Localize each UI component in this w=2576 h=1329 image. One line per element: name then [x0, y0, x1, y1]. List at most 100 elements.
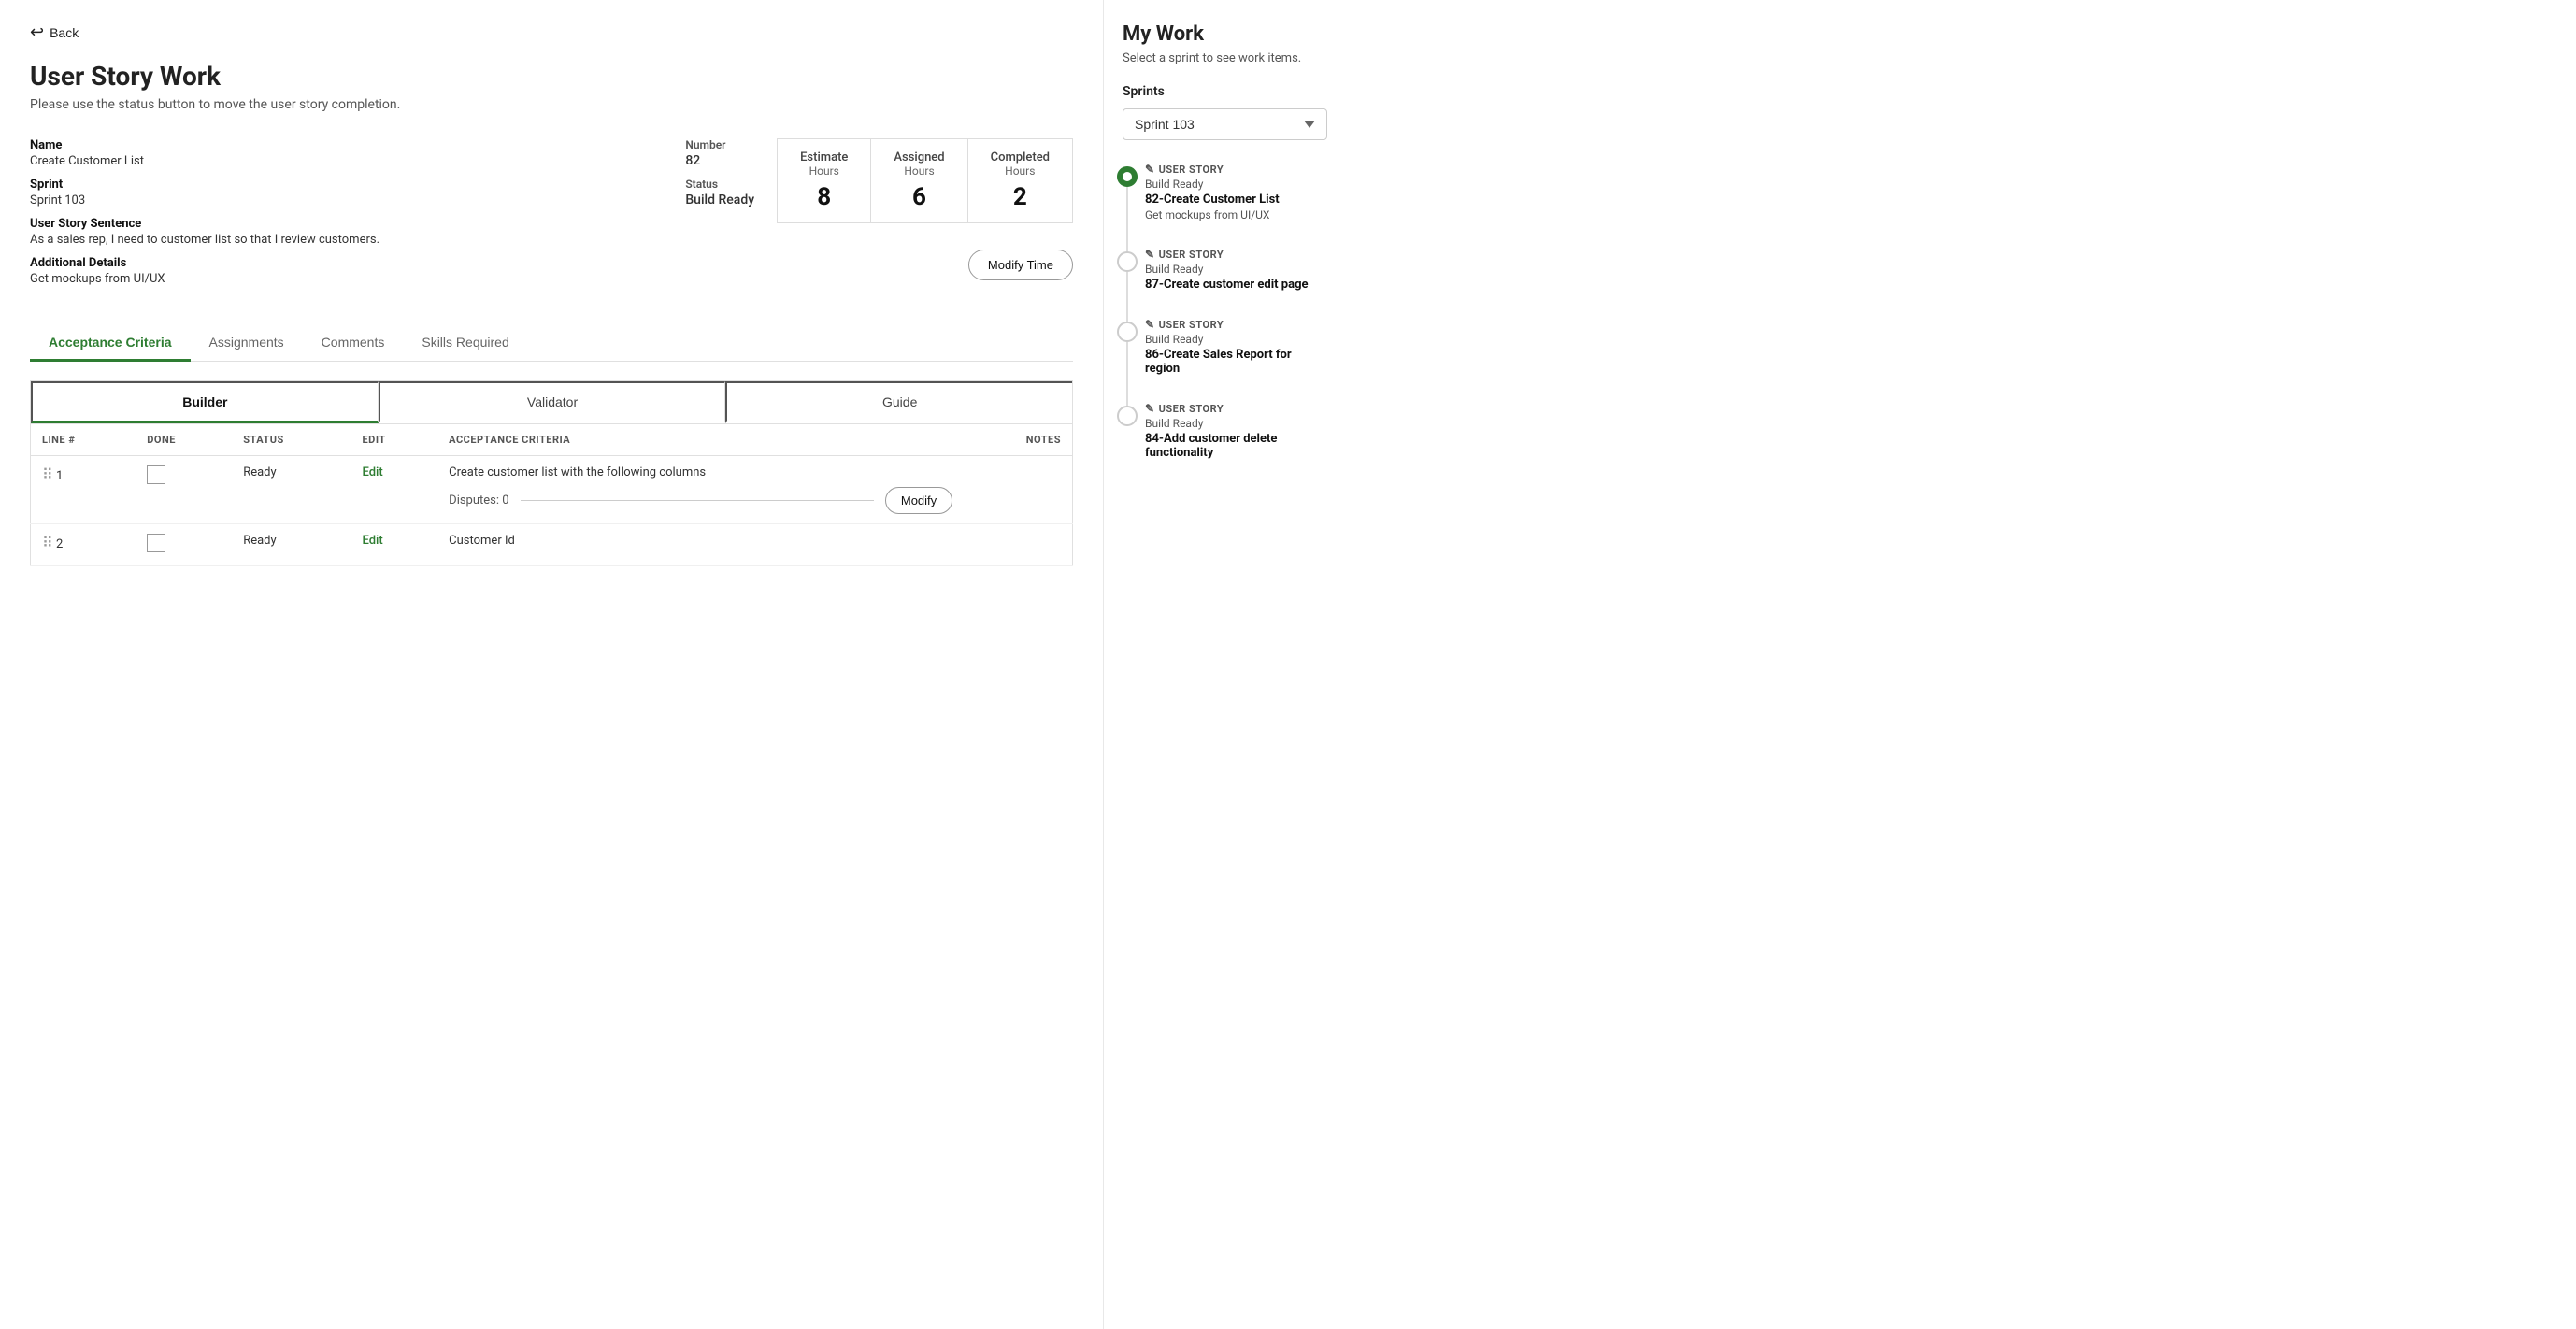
story-status: Build Ready: [1145, 263, 1327, 276]
criteria-cell: Customer Id: [437, 524, 964, 566]
back-button[interactable]: ↩ Back: [30, 22, 79, 42]
sentence-value: As a sales rep, I need to customer list …: [30, 233, 640, 247]
col-status: STATUS: [232, 424, 351, 456]
col-line: LINE #: [31, 424, 136, 456]
name-label: Name: [30, 138, 640, 152]
sidebar: My Work Select a sprint to see work item…: [1103, 0, 1346, 1329]
tab-comments[interactable]: Comments: [303, 325, 404, 362]
sprint-select[interactable]: Sprint 103 Sprint 102 Sprint 101: [1123, 108, 1327, 140]
sidebar-title: My Work: [1123, 22, 1327, 46]
sprint-label: Sprint: [30, 178, 640, 192]
status-label: Status: [685, 178, 754, 191]
completed-sub: Hours: [991, 164, 1050, 178]
completed-label: Completed: [991, 150, 1050, 164]
modify-time-button[interactable]: Modify Time: [968, 250, 1073, 280]
timeline-line: [1126, 272, 1128, 323]
sub-tab-guide[interactable]: Guide: [725, 381, 1072, 423]
story-status: Build Ready: [1145, 178, 1327, 191]
line-number: 2: [56, 537, 63, 551]
story-name: 82-Create Customer List: [1145, 193, 1327, 207]
col-notes: NOTES: [964, 424, 1072, 456]
disputes-label: Disputes: 0: [449, 493, 508, 507]
col-criteria: ACCEPTANCE CRITERIA: [437, 424, 964, 456]
criteria-text: Customer Id: [449, 534, 952, 548]
completed-value: 2: [991, 183, 1050, 211]
tab-acceptance-criteria[interactable]: Acceptance Criteria: [30, 325, 191, 362]
edit-pencil-icon: ✎: [1145, 163, 1155, 176]
back-icon: ↩: [30, 22, 44, 42]
tab-skills-required[interactable]: Skills Required: [403, 325, 527, 362]
status-value: Build Ready: [685, 193, 754, 207]
story-tag: ✎ USER STORY: [1145, 318, 1327, 331]
criteria-text: Create customer list with the following …: [449, 465, 952, 479]
page-title: User Story Work: [30, 61, 1073, 92]
timeline-circle: [1117, 322, 1138, 342]
number-label: Number: [685, 138, 754, 151]
table-row: ⠿ 1 Ready Edit Create customer list with…: [31, 456, 1073, 524]
sprint-value: Sprint 103: [30, 193, 640, 207]
story-name: 87-Create customer edit page: [1145, 278, 1327, 292]
story-name: 84-Add customer delete functionality: [1145, 432, 1327, 460]
story-timeline: ✎ USER STORY Build Ready 82-Create Custo…: [1123, 163, 1327, 460]
back-label: Back: [50, 25, 79, 40]
drag-icon: ⠿: [42, 534, 53, 551]
row-status: Ready: [232, 524, 351, 566]
edit-link[interactable]: Edit: [362, 534, 382, 548]
sprints-label: Sprints: [1123, 84, 1327, 99]
page-subtitle: Please use the status button to move the…: [30, 97, 1073, 112]
estimate-label: Estimate: [800, 150, 848, 164]
tabs: Acceptance Criteria Assignments Comments…: [30, 325, 1073, 362]
edit-pencil-icon: ✎: [1145, 402, 1155, 415]
number-value: 82: [685, 153, 754, 168]
done-checkbox[interactable]: [147, 465, 165, 484]
table-row: ⠿ 2 Ready Edit Customer Id: [31, 524, 1073, 566]
assigned-value: 6: [894, 183, 944, 211]
row-status: Ready: [232, 456, 351, 524]
story-tag: ✎ USER STORY: [1145, 402, 1327, 415]
sub-tab-validator[interactable]: Validator: [379, 381, 726, 423]
disputes-line: [521, 500, 874, 501]
timeline-item[interactable]: ✎ USER STORY Build Ready 86-Create Sales…: [1145, 318, 1327, 376]
edit-pencil-icon: ✎: [1145, 248, 1155, 261]
story-tag: ✎ USER STORY: [1145, 163, 1327, 176]
timeline-circle: [1117, 406, 1138, 426]
edit-link[interactable]: Edit: [362, 465, 382, 479]
timeline-line: [1126, 187, 1128, 253]
modify-button[interactable]: Modify: [885, 487, 952, 514]
timeline-item[interactable]: ✎ USER STORY Build Ready 82-Create Custo…: [1145, 163, 1327, 222]
notes-cell: [964, 456, 1072, 524]
details-label: Additional Details: [30, 256, 640, 270]
sentence-label: User Story Sentence: [30, 217, 640, 231]
col-done: DONE: [136, 424, 232, 456]
sidebar-subtitle: Select a sprint to see work items.: [1123, 51, 1327, 65]
col-edit: EDIT: [351, 424, 437, 456]
timeline-item[interactable]: ✎ USER STORY Build Ready 84-Add customer…: [1145, 402, 1327, 460]
line-number: 1: [56, 469, 63, 483]
story-tag: ✎ USER STORY: [1145, 248, 1327, 261]
story-name: 86-Create Sales Report for region: [1145, 348, 1327, 376]
drag-icon: ⠿: [42, 465, 53, 483]
estimate-value: 8: [800, 183, 848, 211]
estimate-hours-box: Estimate Hours 8: [777, 138, 871, 223]
story-desc: Get mockups from UI/UX: [1145, 208, 1327, 222]
name-value: Create Customer List: [30, 154, 640, 168]
assigned-sub: Hours: [894, 164, 944, 178]
story-status: Build Ready: [1145, 333, 1327, 346]
details-value: Get mockups from UI/UX: [30, 272, 640, 286]
story-status: Build Ready: [1145, 417, 1327, 430]
assigned-hours-box: Assigned Hours 6: [871, 138, 967, 223]
done-checkbox[interactable]: [147, 534, 165, 552]
tab-assignments[interactable]: Assignments: [191, 325, 303, 362]
timeline-line: [1126, 342, 1128, 407]
completed-hours-box: Completed Hours 2: [968, 138, 1073, 223]
timeline-circle: [1117, 251, 1138, 272]
sub-tabs: Builder Validator Guide: [30, 380, 1073, 423]
notes-cell: [964, 524, 1072, 566]
timeline-circle-active: [1117, 166, 1138, 187]
assigned-label: Assigned: [894, 150, 944, 164]
timeline-item[interactable]: ✎ USER STORY Build Ready 87-Create custo…: [1145, 248, 1327, 292]
sub-tab-builder[interactable]: Builder: [31, 381, 379, 423]
criteria-cell: Create customer list with the following …: [437, 456, 964, 524]
estimate-sub: Hours: [800, 164, 848, 178]
edit-pencil-icon: ✎: [1145, 318, 1155, 331]
